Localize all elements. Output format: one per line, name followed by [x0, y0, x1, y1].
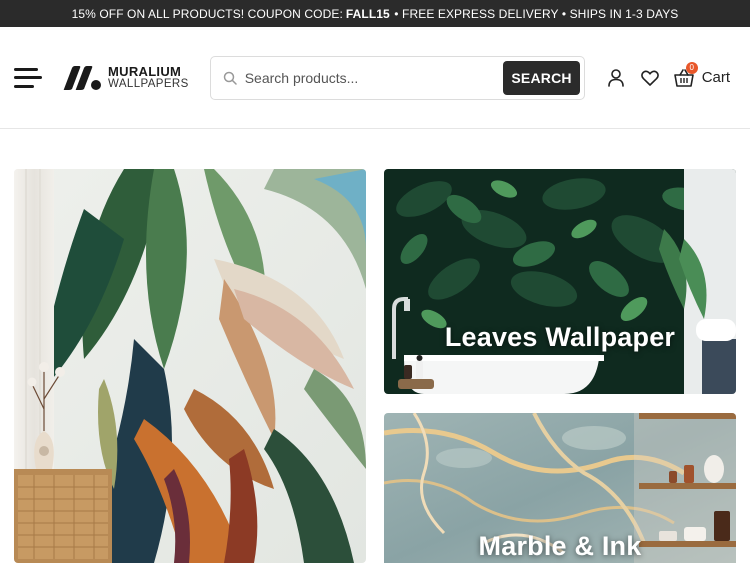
promo-bar: 15% OFF ON ALL PRODUCTS! COUPON CODE: FA…: [0, 0, 750, 27]
coupon-code: FALL15: [345, 6, 390, 21]
cart-count-badge: 0: [685, 61, 698, 74]
category-title-marble: Marble & Ink: [478, 531, 642, 561]
logo-brand-subtitle: WALLPAPERS: [108, 77, 189, 90]
promo-text: 15% OFF ON ALL PRODUCTS! COUPON CODE:: [71, 6, 343, 21]
header-actions: 0 Cart: [606, 61, 731, 88]
cart-label: Cart: [701, 69, 731, 86]
logo-brand-name: MURALIUM: [108, 63, 182, 79]
leaves-wallpaper-image: [384, 169, 736, 394]
logo[interactable]: MURALIUM WALLPAPERS: [62, 65, 189, 91]
menu-icon[interactable]: [14, 67, 42, 88]
search-button[interactable]: SEARCH: [503, 60, 580, 95]
category-tile-leaves[interactable]: Leaves Wallpaper: [384, 169, 736, 394]
search-bar: SEARCH: [209, 55, 585, 100]
search-input[interactable]: [244, 69, 504, 86]
category-grid: Leaves Wallpaper Marble & Ink: [14, 169, 736, 563]
site-header: MURALIUM WALLPAPERS SEARCH: [0, 27, 750, 129]
search-icon: [223, 71, 237, 85]
cart-button[interactable]: 0 Cart: [673, 61, 731, 87]
promo-shipping-text: • FREE EXPRESS DELIVERY • SHIPS IN 1-3 D…: [394, 6, 679, 21]
category-title-leaves: Leaves Wallpaper: [444, 322, 676, 352]
logo-mark-icon: [63, 65, 101, 90]
tropical-wallpaper-image: [14, 169, 366, 563]
category-tile-tropical[interactable]: [14, 169, 366, 563]
user-icon[interactable]: [606, 68, 626, 88]
category-tile-marble[interactable]: Marble & Ink: [384, 413, 736, 563]
heart-icon[interactable]: [640, 68, 660, 88]
